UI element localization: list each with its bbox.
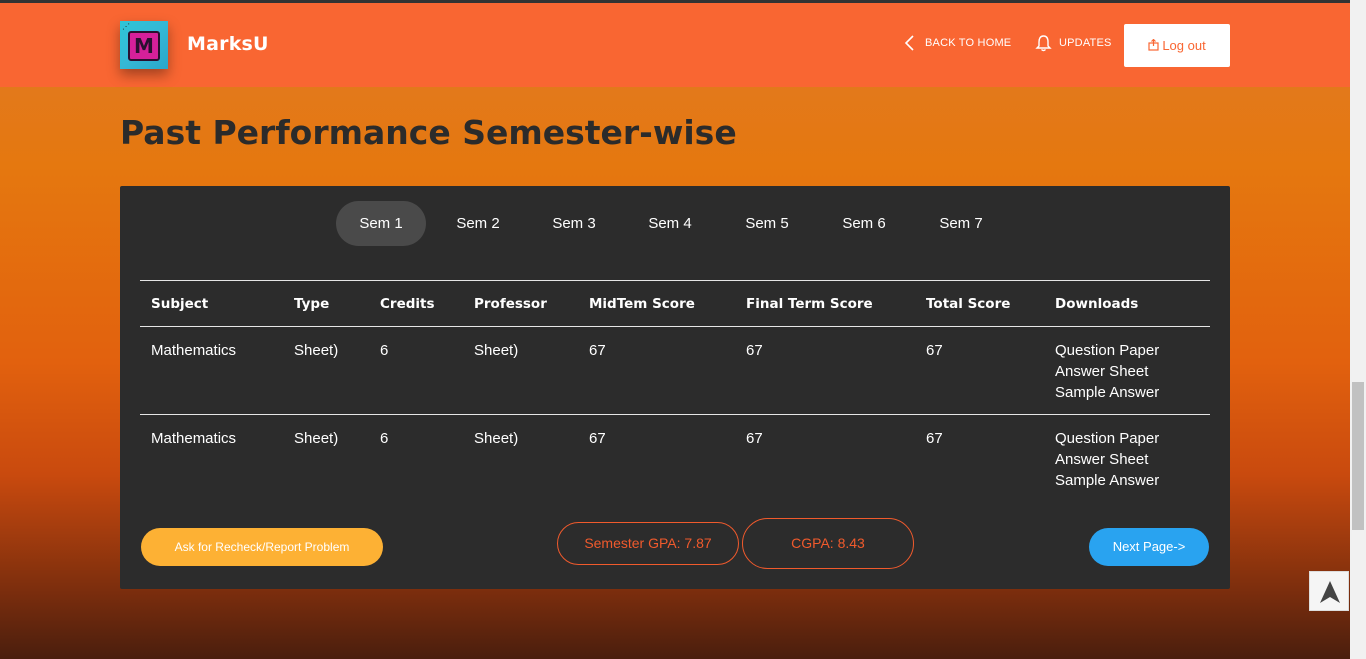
chevron-left-icon	[904, 35, 914, 51]
header-midterm-score: MidTem Score	[578, 280, 735, 327]
cell-professor: Sheet)	[463, 326, 578, 415]
performance-card: Sem 1 Sem 2 Sem 3 Sem 4 Sem 5 Sem 6 Sem …	[120, 186, 1230, 589]
download-answer-sheet-link[interactable]: Answer Sheet	[1055, 361, 1210, 382]
cell-type: Sheet)	[283, 326, 369, 415]
grades-table: Subject Type Credits Professor MidTem Sc…	[140, 280, 1210, 503]
brand-name[interactable]: MarksU	[187, 33, 269, 55]
download-answer-sheet-link[interactable]: Answer Sheet	[1055, 449, 1210, 470]
tab-sem-7[interactable]: Sem 7	[916, 201, 1006, 246]
next-page-button[interactable]: Next Page->	[1089, 528, 1209, 566]
page-scrollbar[interactable]	[1350, 0, 1366, 659]
recheck-report-button[interactable]: Ask for Recheck/Report Problem	[141, 528, 383, 566]
back-to-home-label: BACK TO HOME	[925, 37, 1012, 49]
cell-professor: Sheet)	[474, 430, 519, 447]
cgpa-badge: CGPA: 8.43	[742, 518, 914, 569]
cell-downloads: Question Paper Answer Sheet Sample Answe…	[1044, 415, 1210, 503]
cell-type: Sheet)	[294, 430, 339, 447]
cell-total-score: 67	[926, 430, 943, 447]
cell-subject: Mathematics	[140, 326, 283, 415]
cell-final-term-score: 67	[746, 430, 763, 447]
logout-label: Log out	[1162, 38, 1206, 53]
tab-sem-1[interactable]: Sem 1	[336, 201, 426, 246]
sparkle-icon: ⋰	[122, 22, 130, 31]
download-question-paper-link[interactable]: Question Paper	[1055, 340, 1210, 361]
logo-letter: M	[128, 31, 160, 61]
download-sample-answer-link[interactable]: Sample Answer	[1055, 382, 1210, 403]
bell-icon	[1035, 35, 1052, 52]
header-total-score: Total Score	[915, 280, 1044, 327]
download-sample-answer-link[interactable]: Sample Answer	[1055, 470, 1210, 491]
tab-sem-6[interactable]: Sem 6	[819, 201, 909, 246]
tab-sem-4[interactable]: Sem 4	[625, 201, 715, 246]
arrow-up-icon	[1320, 581, 1340, 603]
cell-subject: Mathematics	[151, 430, 237, 447]
header-final-term-score: Final Term Score	[735, 280, 915, 327]
semester-gpa-badge: Semester GPA: 7.87	[557, 522, 739, 565]
navbar: ⋰ M MarksU BACK TO HOME UPDATES Log out	[0, 3, 1350, 87]
logout-icon	[1148, 38, 1159, 51]
header-type: Type	[283, 280, 369, 327]
cell-total-score: 67	[915, 326, 1044, 415]
tab-sem-3[interactable]: Sem 3	[529, 201, 619, 246]
cell-credits: 6	[380, 430, 389, 447]
brand-logo[interactable]: ⋰ M	[120, 21, 168, 69]
header-professor: Professor	[463, 280, 578, 327]
updates-link[interactable]: UPDATES	[1035, 35, 1112, 52]
tab-sem-5[interactable]: Sem 5	[722, 201, 812, 246]
header-credits: Credits	[369, 280, 463, 327]
header-subject: Subject	[140, 280, 283, 327]
updates-label: UPDATES	[1059, 37, 1112, 49]
download-question-paper-link[interactable]: Question Paper	[1055, 428, 1210, 449]
scrollbar-thumb[interactable]	[1352, 382, 1364, 530]
tab-sem-2[interactable]: Sem 2	[433, 201, 523, 246]
table-row: Mathematics Sheet) 6 Sheet) 67 67 67 Que…	[140, 326, 1210, 415]
page-title: Past Performance Semester-wise	[120, 113, 737, 152]
table-header-row: Subject Type Credits Professor MidTem Sc…	[140, 280, 1210, 327]
logout-button[interactable]: Log out	[1124, 24, 1230, 67]
header-downloads: Downloads	[1044, 280, 1210, 327]
cell-final-term-score: 67	[735, 326, 915, 415]
scroll-to-top-button[interactable]	[1309, 571, 1349, 611]
cell-downloads: Question Paper Answer Sheet Sample Answe…	[1044, 326, 1210, 415]
cell-credits: 6	[369, 326, 463, 415]
back-to-home-link[interactable]: BACK TO HOME	[904, 35, 1012, 51]
table-row: Mathematics Sheet) 6 Sheet) 67 67 67 Que…	[140, 415, 1210, 503]
cell-midterm-score: 67	[589, 430, 606, 447]
cell-midterm-score: 67	[578, 326, 735, 415]
